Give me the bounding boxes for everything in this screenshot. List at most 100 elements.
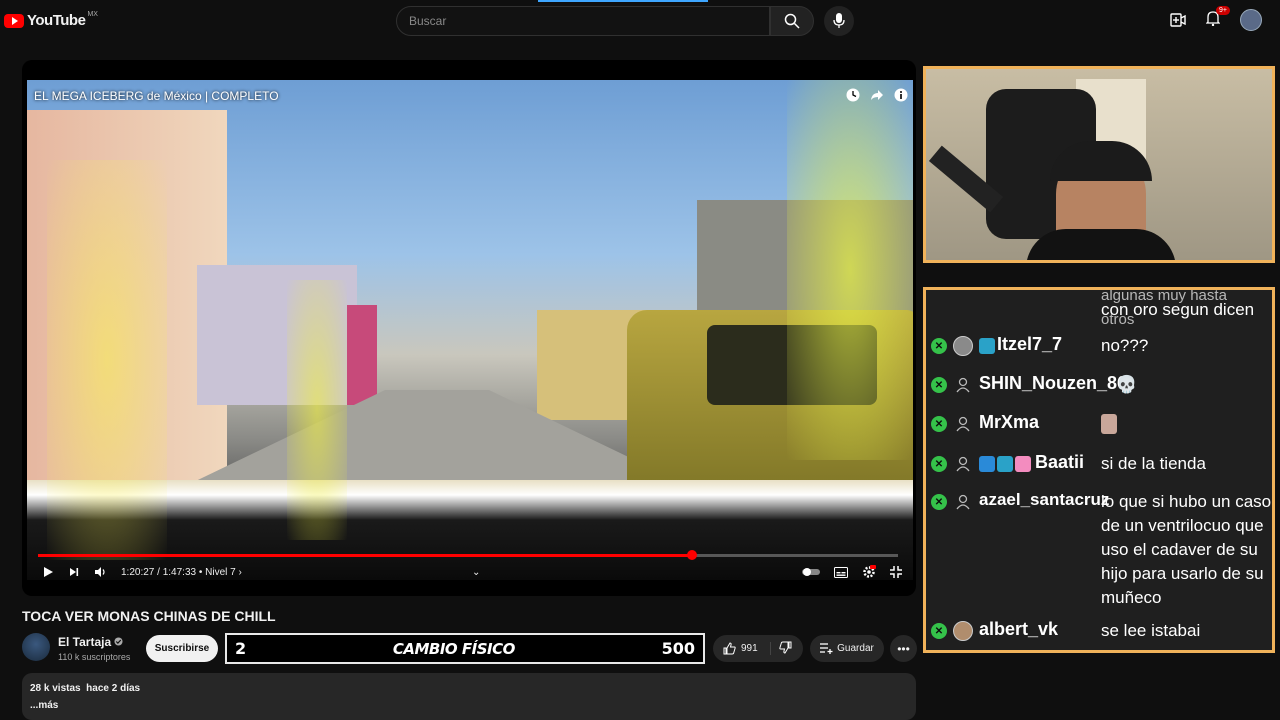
watch-later-icon[interactable] [846,88,860,102]
embedded-video-title[interactable]: EL MEGA ICEBERG de México | COMPLETO [34,89,279,103]
stream-goal-overlay: 2 CAMBIO FÍSICO 500 [225,633,705,664]
chat-cut-text: algunas muy hasta otros [1101,287,1227,328]
chat-message: ✕ MrXma [931,412,1271,434]
badge-icon [979,456,995,472]
chat-message-text: no??? [1101,336,1149,355]
settings-icon[interactable] [862,565,876,579]
like-button[interactable]: 991 [713,642,771,655]
scene-glare [47,160,167,560]
like-count: 991 [741,643,758,654]
search-input[interactable]: Buscar [396,6,770,36]
chat-username: azael_santacruz [979,490,1110,509]
badge-icon [979,338,995,354]
create-video-icon[interactable] [1170,13,1186,27]
autoplay-toggle-icon[interactable] [802,567,820,577]
play-icon[interactable] [42,566,54,578]
save-button[interactable]: Guardar [810,635,884,662]
emote-icon [1101,414,1117,434]
thumbs-up-icon [723,642,736,655]
search-icon [784,13,800,29]
channel-avatar[interactable] [22,633,50,661]
chat-message: ✕ Itzel7_7 no??? [931,334,1271,356]
show-more-link[interactable]: ...más [30,700,908,711]
chat-username: MrXma [979,412,1040,432]
scene-glare [287,280,347,540]
user-placeholder-icon [953,492,973,512]
player-controls: 1:20:27 / 1:47:33 • Nivel 7 › ⌄ [42,562,902,582]
volume-icon[interactable] [94,566,107,578]
logo-text: YouTube [27,12,86,29]
save-label: Guardar [837,643,874,654]
current-time: 1:20:27 [121,566,155,578]
notifications-badge: 9+ [1216,5,1230,15]
channel-name-label: El Tartaja [58,635,112,649]
moderator-icon: ✕ [931,338,947,354]
microphone-icon [833,13,845,28]
chat-username: Baatii [1035,452,1085,472]
live-chat-overlay: algunas muy hasta otros con oro segun di… [923,287,1275,653]
page-title: TOCA VER MONAS CHINAS DE CHILL [22,608,276,624]
upload-date: hace 2 días [86,683,141,694]
subscribe-button[interactable]: Suscribirse [146,635,218,662]
search-button[interactable] [770,6,814,36]
user-avatar [953,336,973,356]
chat-message: ✕ Baatii si de la tienda [931,452,1271,474]
chat-partial-message: algunas muy hasta otros con oro segun di… [1101,290,1254,328]
thumbs-down-icon [779,641,792,654]
chat-username: Itzel7_7 [997,334,1063,354]
youtube-play-icon [4,13,24,28]
verified-icon [114,637,124,646]
more-actions-button[interactable]: ••• [890,635,917,662]
chat-message-text: lo que si hubo un caso de un ventrilocuo… [1101,492,1272,607]
time-display: 1:20:27 / 1:47:33 • Nivel 7 › [121,566,242,578]
info-icon[interactable] [894,88,908,102]
like-dislike-group: 991 [713,635,803,662]
playlist-add-icon [820,643,833,654]
notifications-button[interactable]: 9+ [1205,5,1230,31]
channel-name[interactable]: El Tartaja [58,635,124,649]
goal-left-number: 2 [235,639,247,658]
video-player[interactable]: EL MEGA ICEBERG de México | COMPLETO 1:2… [22,60,916,596]
user-placeholder-icon [953,375,973,395]
exit-fullscreen-icon[interactable] [890,566,902,578]
moderator-icon: ✕ [931,494,947,510]
youtube-logo[interactable]: YouTube MX [4,11,98,29]
subtitles-icon[interactable] [834,566,848,578]
goal-right-number: 500 [661,639,695,658]
dislike-button[interactable] [771,641,792,657]
webcam-shirt [1026,229,1176,260]
region-code: MX [87,11,98,18]
user-avatar [953,621,973,641]
view-count: 28 k vistas [30,683,81,694]
account-avatar[interactable] [1240,9,1262,31]
loading-bar [538,0,708,2]
user-placeholder-icon [953,414,973,434]
chevron-down-icon[interactable]: ⌄ [472,567,480,578]
moderator-icon: ✕ [931,456,947,472]
chat-username: SHIN_Nouzen_86 [979,373,1128,393]
chat-message: ✕ azael_santacruz lo que si hubo un caso… [931,490,1271,607]
seek-bar-progress [38,554,692,557]
gift-icon [1015,456,1031,472]
more-horizontal-icon: ••• [897,641,910,656]
seek-handle[interactable] [686,550,697,560]
chat-message: ✕ albert_vk se lee istabai [931,619,1271,641]
next-icon[interactable] [68,566,80,578]
streamer-webcam [923,66,1275,263]
chat-message-text: 💀 [1116,375,1138,394]
moderator-icon: ✕ [931,623,947,639]
video-frame[interactable] [27,80,913,580]
seek-bar[interactable] [38,550,898,560]
chapter-label[interactable]: Nivel 7 [205,567,236,578]
user-placeholder-icon [953,454,973,474]
scene-glare [787,80,913,460]
chat-message: ✕ SHIN_Nouzen_86 💀 [931,373,1271,395]
share-icon[interactable] [870,88,884,102]
scene-building [347,305,377,405]
description-box[interactable]: 28 k vistas hace 2 días ...más [22,673,916,720]
badge-icon [997,456,1013,472]
chat-message-text: si de la tienda [1101,454,1206,473]
chat-username: albert_vk [979,619,1059,639]
goal-label: CAMBIO FÍSICO [392,639,516,658]
voice-search-button[interactable] [824,6,854,36]
